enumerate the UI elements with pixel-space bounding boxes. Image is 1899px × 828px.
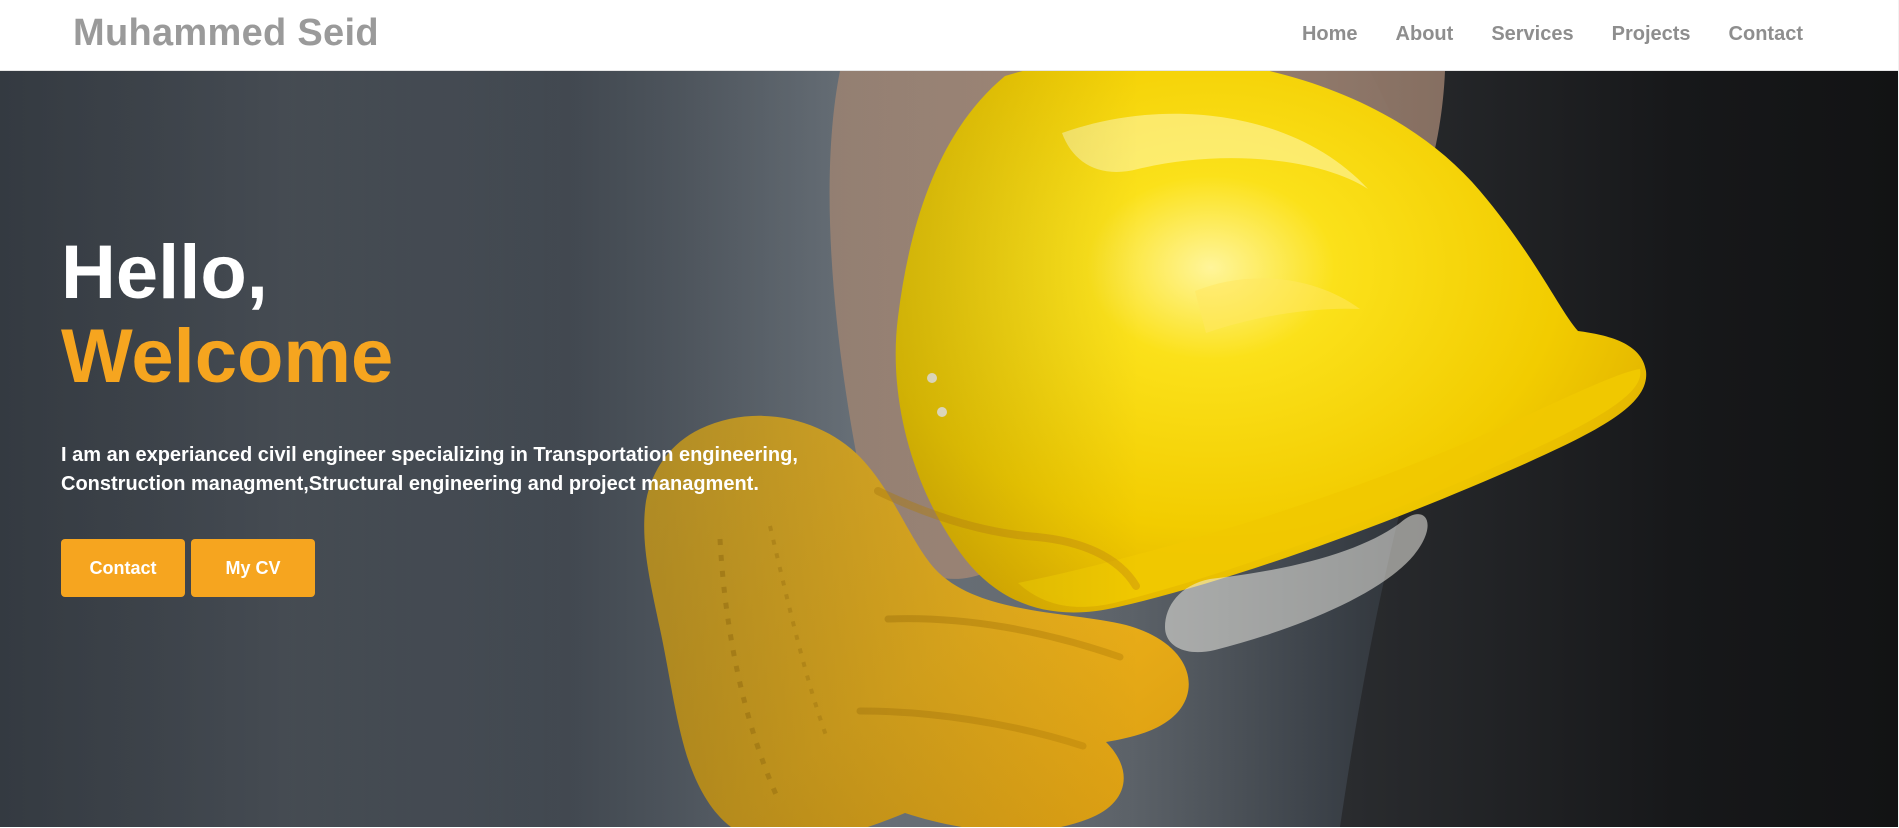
- nav-link-services[interactable]: Services: [1491, 23, 1573, 45]
- nav-item-contact: Contact: [1729, 22, 1803, 46]
- nav-item-projects: Projects: [1612, 22, 1691, 46]
- nav-link-contact[interactable]: Contact: [1729, 23, 1803, 45]
- brand-logo[interactable]: Muhammed Seid: [73, 11, 379, 55]
- contact-button[interactable]: Contact: [61, 539, 185, 597]
- nav-item-about: About: [1396, 22, 1454, 46]
- portfolio-page: Muhammed Seid Home About Services Projec…: [0, 0, 1899, 828]
- navbar: Muhammed Seid Home About Services Projec…: [0, 0, 1899, 71]
- nav-item-services: Services: [1491, 22, 1573, 46]
- hero-actions: Contact My CV: [61, 539, 961, 597]
- hero-description-line-1: I am an experianced civil engineer speci…: [61, 444, 798, 466]
- hero-description-line-2: Construction managment,Structural engine…: [61, 473, 759, 495]
- hero-heading: Hello, Welcome: [61, 231, 961, 399]
- nav-link-about[interactable]: About: [1396, 23, 1454, 45]
- nav-item-home: Home: [1302, 22, 1358, 46]
- hero-content: Hello, Welcome I am an experianced civil…: [61, 231, 961, 597]
- hero-title-welcome: Welcome: [61, 314, 394, 399]
- hero-section: Hello, Welcome I am an experianced civil…: [0, 71, 1899, 827]
- main-nav: Home About Services Projects Contact: [1302, 22, 1803, 46]
- hero-description: I am an experianced civil engineer speci…: [61, 441, 881, 499]
- my-cv-button[interactable]: My CV: [191, 539, 315, 597]
- nav-link-projects[interactable]: Projects: [1612, 23, 1691, 45]
- hero-title-hello: Hello,: [61, 230, 268, 315]
- nav-link-home[interactable]: Home: [1302, 23, 1358, 45]
